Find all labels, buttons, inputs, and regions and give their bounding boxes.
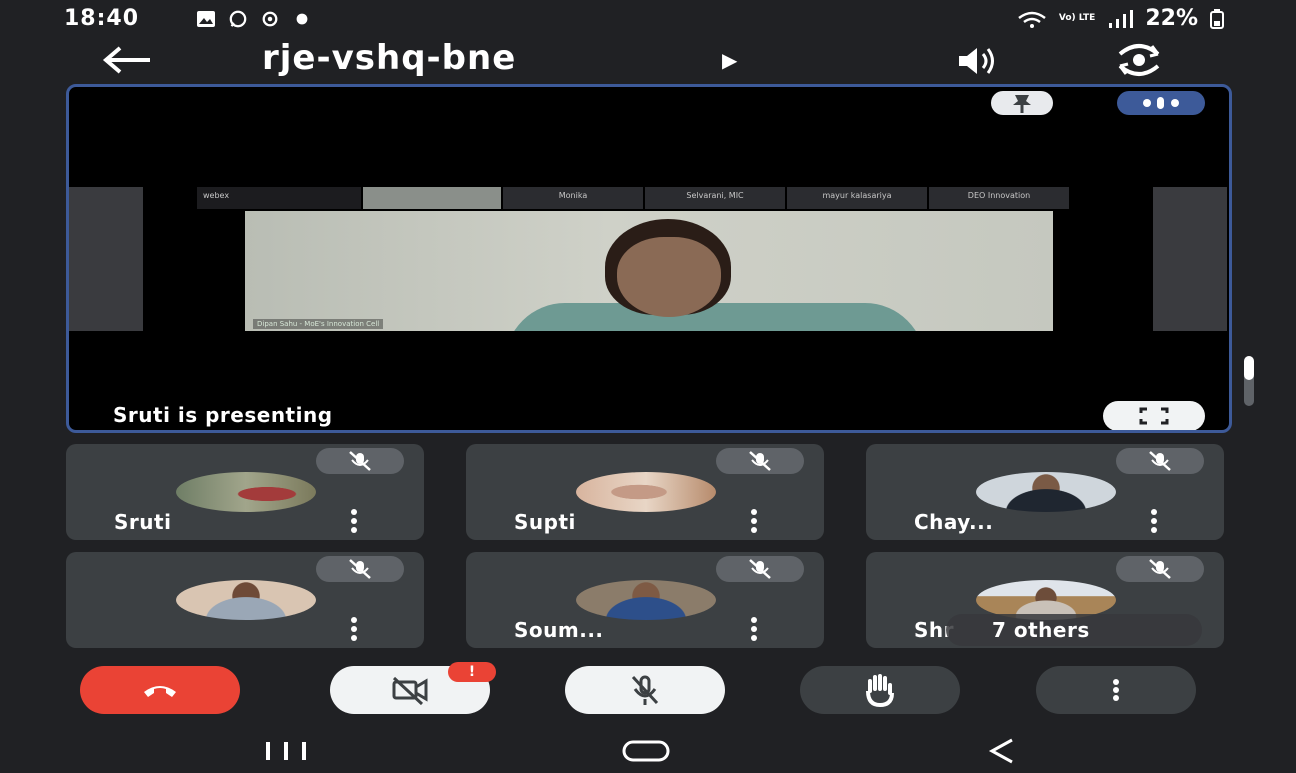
whatsapp-icon [229, 10, 247, 28]
camera-off-icon [392, 676, 428, 706]
video-caption: Dipan Sahu - MoE's Innovation Cell [253, 319, 384, 329]
end-call-icon [144, 686, 176, 697]
volte-label: Vo) LTE [1058, 13, 1096, 23]
presenter-body [505, 303, 925, 331]
participant-tile[interactable]: Soum... [466, 552, 824, 648]
participant-tile[interactable] [66, 552, 424, 648]
strip-name: mayur kalasariya [787, 187, 927, 209]
battery-percent: 22% [1145, 6, 1198, 31]
signal-icon [1109, 9, 1134, 28]
presenter-video: Dipan Sahu - MoE's Innovation Cell [245, 211, 1053, 331]
mic-off-icon [1149, 451, 1171, 471]
caret-right-icon[interactable]: ▶ [722, 48, 737, 72]
strip-name: DEO Innovation [929, 187, 1069, 209]
avatar [576, 580, 716, 620]
more-vert-icon[interactable] [1148, 508, 1160, 534]
participant-name: Sruti [114, 510, 172, 534]
speaker-icon[interactable] [955, 44, 999, 78]
recent-apps-icon[interactable] [258, 736, 318, 766]
audio-level-indicator [1117, 91, 1205, 115]
scrollbar-thumb[interactable] [1244, 356, 1254, 380]
strip-camera-thumb [363, 187, 501, 209]
mic-off-icon [631, 675, 659, 705]
strip-name: Selvarani, MIC [645, 187, 785, 209]
mic-off-icon [1149, 559, 1171, 579]
status-bar: 18:40 Vo) LTE 22% [0, 0, 1296, 40]
end-call-button[interactable] [80, 666, 240, 714]
mic-off-icon [349, 451, 371, 471]
mic-off-icon [749, 559, 771, 579]
mic-off-badge [1116, 556, 1204, 582]
mic-off-badge [716, 448, 804, 474]
wifi-icon [1018, 11, 1046, 28]
presentation-tile[interactable]: webex Monika Selvarani, MIC mayur kalasa… [66, 84, 1232, 433]
avatar [976, 472, 1116, 512]
mic-off-badge [316, 556, 404, 582]
shared-side-panel-left [69, 187, 143, 331]
pin-icon [1013, 95, 1031, 113]
mic-off-badge [316, 448, 404, 474]
participant-name: Chay... [914, 510, 994, 534]
more-vert-icon[interactable] [748, 508, 760, 534]
webex-logo: webex [197, 187, 361, 209]
shared-side-panel-right [1153, 187, 1227, 331]
more-vert-icon[interactable] [348, 508, 360, 534]
mic-toggle-button[interactable] [565, 666, 725, 714]
avatar [176, 472, 316, 512]
avatar [176, 580, 316, 620]
fullscreen-button[interactable] [1103, 401, 1205, 430]
more-vert-icon[interactable] [748, 616, 760, 642]
participant-tile[interactable]: Sruti [66, 444, 424, 540]
notification-icons [196, 10, 312, 28]
gallery-icon [197, 11, 215, 27]
more-options-icon [1113, 679, 1119, 701]
battery-icon [1210, 8, 1224, 29]
nav-back-icon[interactable] [972, 736, 1032, 766]
participant-name: Soum... [514, 618, 604, 642]
mic-off-icon [349, 559, 371, 579]
home-icon[interactable] [616, 736, 676, 766]
data-saver-icon [262, 11, 278, 27]
avatar [576, 472, 716, 512]
more-options-button[interactable] [1036, 666, 1196, 714]
participant-tile[interactable]: Shr 7 others [866, 552, 1224, 648]
mic-off-icon [749, 451, 771, 471]
dot-icon [296, 13, 308, 25]
status-right: Vo) LTE 22% [1017, 6, 1224, 31]
raise-hand-button[interactable] [800, 666, 960, 714]
pin-button[interactable] [991, 91, 1053, 115]
meeting-code[interactable]: rje-vshq-bne [262, 38, 516, 78]
others-pill[interactable]: 7 others [946, 614, 1202, 646]
more-vert-icon[interactable] [348, 616, 360, 642]
meet-call-screen: 18:40 Vo) LTE 22% rje-vshq-bne ▶ webex M… [0, 0, 1296, 773]
system-nav-bar [0, 728, 1296, 773]
presenter-face [617, 237, 721, 317]
status-time: 18:40 [64, 6, 140, 31]
participant-tile[interactable]: Chay... [866, 444, 1224, 540]
fullscreen-icon [1139, 407, 1169, 425]
participant-name: Supti [514, 510, 576, 534]
switch-camera-icon[interactable] [1112, 40, 1166, 80]
audio-level-icon [1143, 97, 1179, 109]
strip-name: Monika [503, 187, 643, 209]
participant-tile[interactable]: Supti [466, 444, 824, 540]
mic-off-badge [716, 556, 804, 582]
camera-alert-badge: ! [448, 662, 496, 682]
mic-off-badge [1116, 448, 1204, 474]
raise-hand-icon [866, 674, 894, 707]
shared-participant-strip: webex Monika Selvarani, MIC mayur kalasa… [197, 187, 1069, 209]
back-arrow-icon[interactable] [100, 42, 156, 78]
shared-screen: webex Monika Selvarani, MIC mayur kalasa… [69, 187, 1229, 331]
presenting-label: Sruti is presenting [113, 403, 333, 427]
call-header: rje-vshq-bne ▶ [0, 38, 1296, 82]
